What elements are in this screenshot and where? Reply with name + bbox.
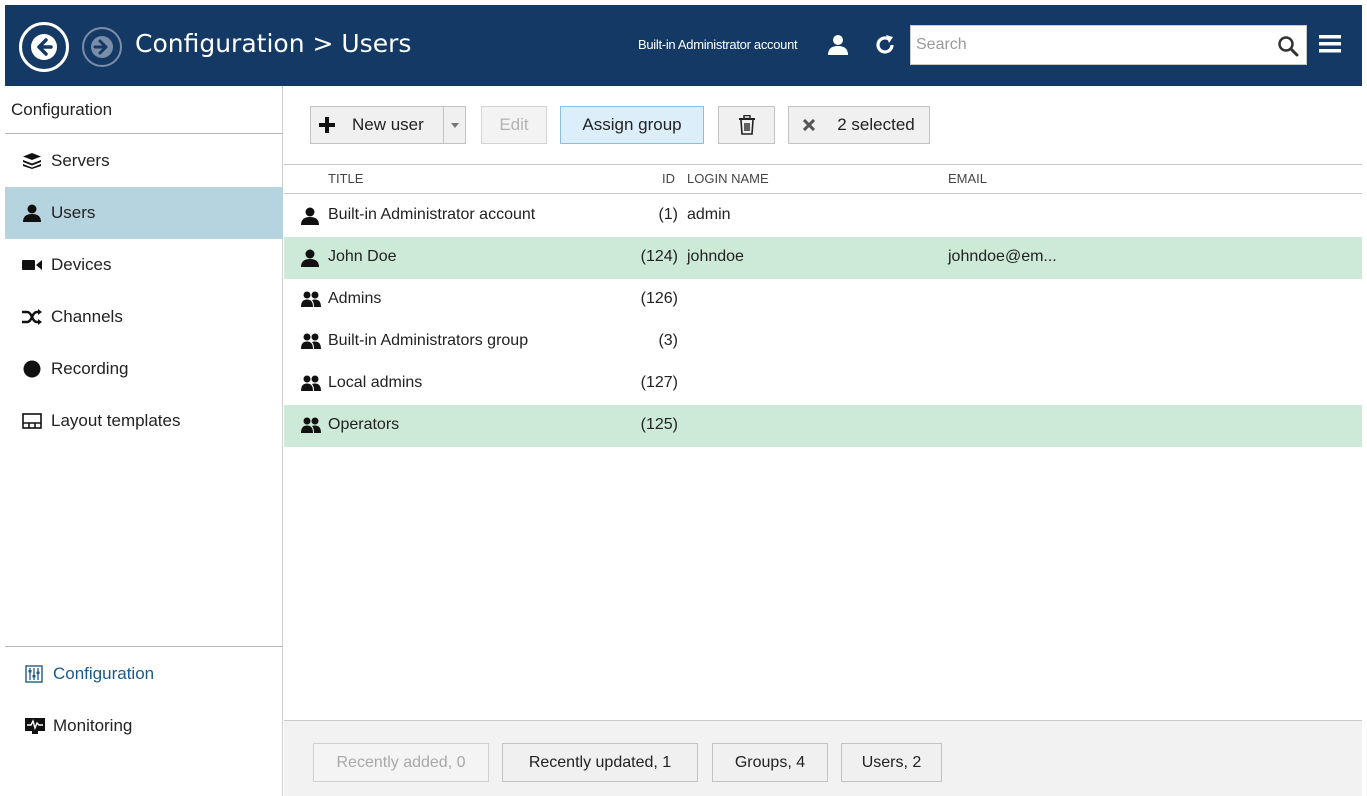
sidebar: Configuration Servers Users Devices Chan…	[5, 86, 283, 796]
sidebar-divider	[5, 646, 283, 647]
row-title: Admins	[328, 290, 382, 307]
arrow-right-icon	[91, 36, 113, 58]
row-login: admin	[687, 206, 731, 223]
row-title: Operators	[328, 416, 400, 433]
column-header-email[interactable]: EMAIL	[948, 171, 987, 186]
row-title: Built-in Administrators group	[328, 332, 529, 349]
column-header-id[interactable]: ID	[662, 171, 675, 186]
filter-bar: Recently added, 0 Recently updated, 1 Gr…	[284, 720, 1362, 796]
table-header: TITLE ID LOGIN NAME EMAIL	[284, 164, 1362, 194]
search-box	[910, 25, 1307, 65]
filter-groups-button[interactable]: Groups, 4	[712, 743, 828, 782]
record-icon	[21, 360, 43, 378]
search-input[interactable]	[911, 26, 1261, 64]
layout-icon	[21, 413, 43, 429]
sidebar-bottom-configuration[interactable]: Configuration	[5, 649, 283, 699]
row-login: johndoe	[687, 248, 744, 265]
sidebar-heading-label: Configuration	[11, 100, 113, 119]
table-row[interactable]: Operators (125)	[284, 405, 1362, 447]
filter-recently-updated-button[interactable]: Recently updated, 1	[502, 743, 698, 782]
servers-icon	[21, 153, 43, 169]
search-icon[interactable]	[1277, 35, 1299, 57]
sidebar-item-label: Users	[51, 203, 96, 222]
page-title: Configuration > Users	[135, 29, 412, 58]
hamburger-menu-icon[interactable]	[1318, 33, 1342, 55]
filter-recently-added-button[interactable]: Recently added, 0	[313, 743, 489, 782]
sidebar-item-servers[interactable]: Servers	[5, 135, 283, 187]
refresh-icon[interactable]	[873, 33, 897, 57]
user-icon	[301, 207, 319, 225]
user-icon	[301, 249, 319, 267]
group-icon	[301, 375, 321, 391]
row-id: (127)	[640, 374, 678, 391]
sidebar-item-devices[interactable]: Devices	[5, 239, 283, 291]
close-icon	[803, 119, 816, 131]
app-header: Configuration > Users Built-in Administr…	[5, 5, 1362, 86]
plus-icon	[319, 117, 335, 133]
clear-selection-button[interactable]: 2 selected	[788, 106, 930, 144]
sidebar-bottom-label: Monitoring	[53, 716, 133, 735]
forward-button[interactable]	[82, 27, 122, 67]
shuffle-icon	[21, 309, 43, 325]
column-header-login[interactable]: LOGIN NAME	[687, 171, 769, 186]
table-row[interactable]: Built-in Administrators group (3)	[284, 321, 1362, 363]
new-user-dropdown[interactable]	[443, 107, 465, 143]
new-user-button[interactable]: New user	[310, 106, 466, 144]
sidebar-item-users[interactable]: Users	[5, 187, 283, 239]
monitoring-icon	[25, 718, 45, 734]
new-user-label: New user	[352, 115, 424, 134]
chevron-down-icon	[450, 122, 459, 128]
sidebar-item-label: Recording	[51, 359, 129, 378]
row-id: (1)	[658, 206, 678, 223]
table-row[interactable]: John Doe (124) johndoe johndoe@em...	[284, 237, 1362, 279]
group-icon	[301, 291, 321, 307]
sidebar-item-label: Devices	[51, 255, 112, 274]
group-icon	[301, 417, 321, 433]
sidebar-bottom-monitoring[interactable]: Monitoring	[5, 701, 283, 751]
sidebar-item-label: Layout templates	[51, 411, 181, 430]
row-title: Local admins	[328, 374, 423, 391]
selected-count-label: 2 selected	[837, 115, 915, 134]
sidebar-item-label: Channels	[51, 307, 123, 326]
user-icon[interactable]	[827, 34, 849, 56]
table-row[interactable]: Local admins (127)	[284, 363, 1362, 405]
delete-button[interactable]	[718, 106, 775, 144]
row-email: johndoe@em...	[948, 248, 1057, 265]
account-label[interactable]: Built-in Administrator account	[638, 37, 798, 52]
table-row[interactable]: Admins (126)	[284, 279, 1362, 321]
group-icon	[301, 333, 321, 349]
row-title: John Doe	[328, 248, 397, 265]
row-id: (126)	[640, 290, 678, 307]
configuration-icon	[25, 665, 45, 683]
sidebar-item-channels[interactable]: Channels	[5, 291, 283, 343]
row-id: (125)	[640, 416, 678, 433]
column-header-title[interactable]: TITLE	[328, 171, 363, 186]
arrow-left-icon	[31, 34, 57, 60]
sidebar-item-recording[interactable]: Recording	[5, 343, 283, 395]
assign-group-button[interactable]: Assign group	[560, 106, 704, 144]
edit-button[interactable]: Edit	[481, 106, 547, 144]
trash-icon	[738, 115, 755, 135]
sidebar-bottom-label: Configuration	[53, 664, 155, 683]
row-id: (3)	[658, 332, 678, 349]
sidebar-heading: Configuration	[5, 86, 283, 134]
sidebar-item-layout-templates[interactable]: Layout templates	[5, 395, 283, 447]
sidebar-item-label: Servers	[51, 151, 110, 170]
table-row[interactable]: Built-in Administrator account (1) admin	[284, 195, 1362, 237]
back-button[interactable]	[19, 22, 69, 72]
filter-users-button[interactable]: Users, 2	[841, 743, 942, 782]
camera-icon	[21, 259, 43, 271]
user-icon	[21, 204, 43, 222]
row-id: (124)	[640, 248, 678, 265]
row-title: Built-in Administrator account	[328, 206, 536, 223]
